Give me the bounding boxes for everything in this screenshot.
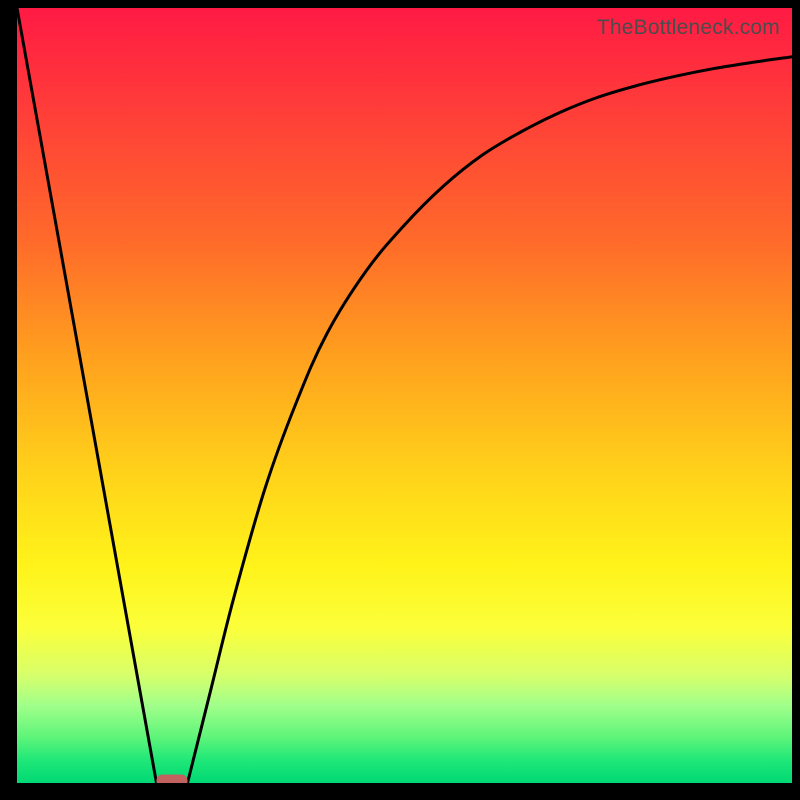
left-line-series [17,8,157,783]
watermark-label: TheBottleneck.com [597,16,780,40]
chart-container: TheBottleneck.com [0,0,800,800]
chart-svg [17,8,792,783]
right-curve-series [188,57,793,783]
plot-area: TheBottleneck.com [17,8,792,783]
bottleneck-marker [157,775,188,784]
